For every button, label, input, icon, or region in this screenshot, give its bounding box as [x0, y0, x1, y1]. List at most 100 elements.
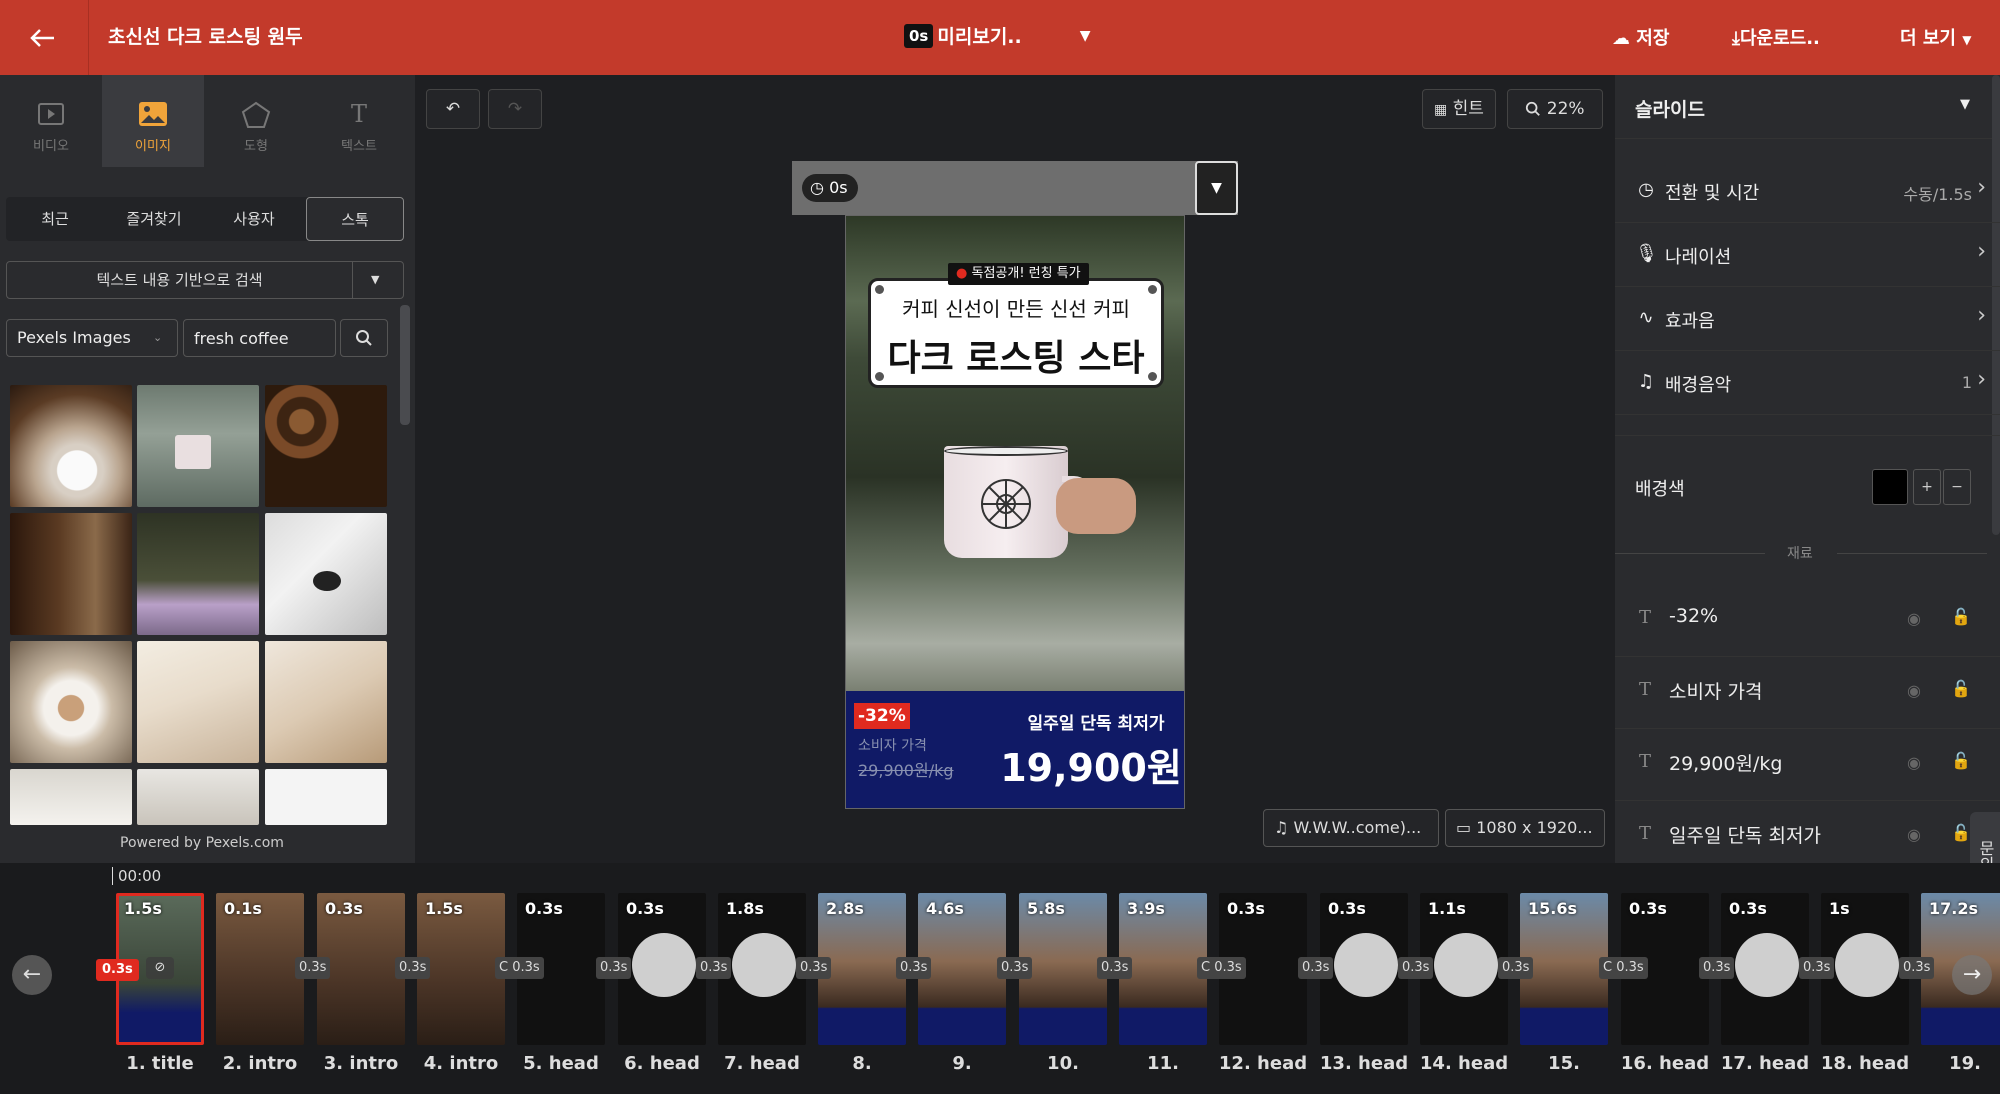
download-button[interactable]: ⤓다운로드..: [1732, 24, 1820, 50]
row-transition-time[interactable]: ◷ 전환 및 시간 수동/1.5s ›: [1615, 159, 2000, 223]
transition-badge[interactable]: 0.3s: [1097, 957, 1133, 979]
transition-badge[interactable]: 0.3s: [1398, 957, 1434, 979]
lock-icon[interactable]: 🔓: [1951, 823, 1971, 842]
transition-badge[interactable]: C 0.3s: [1197, 957, 1246, 979]
transition-badge[interactable]: 0.3s: [1699, 957, 1735, 979]
plus-icon[interactable]: +: [1913, 469, 1941, 505]
layer-item[interactable]: T -32% ◉ 🔓: [1615, 585, 2000, 657]
image-source-select[interactable]: Pexels Images ⌄: [6, 319, 178, 357]
search-button[interactable]: [340, 319, 388, 357]
transition-badge[interactable]: 0.3s: [997, 957, 1033, 979]
stock-image-coffee-pour[interactable]: [10, 385, 132, 507]
clip-name[interactable]: 18. head: [1811, 1053, 1919, 1074]
timeline-clip[interactable]: 1.8s 7. head: [718, 893, 806, 1074]
transition-badge[interactable]: 0.3s: [696, 957, 732, 979]
timeline-clip[interactable]: 1.5s 4. intro: [417, 893, 505, 1074]
pexels-credit[interactable]: Powered by Pexels.com: [120, 835, 284, 851]
lock-icon[interactable]: 🔓: [1951, 751, 1971, 770]
audio-track-button[interactable]: ♫ W.W.W..come)...: [1263, 809, 1439, 847]
stock-image-coffee-beans[interactable]: [265, 385, 387, 507]
clip-name[interactable]: 5. head: [507, 1053, 615, 1074]
timeline-clip[interactable]: 0.3s 13. head: [1320, 893, 1408, 1074]
clip-name[interactable]: 14. head: [1410, 1053, 1518, 1074]
stock-image-latte-table[interactable]: [10, 641, 132, 763]
row-narration[interactable]: 🎙 나레이션 ›: [1615, 223, 2000, 287]
timeline-clip[interactable]: 1s 18. head: [1821, 893, 1909, 1074]
transition-badge[interactable]: 0.3s: [1799, 957, 1835, 979]
stock-image-book-coffee[interactable]: [265, 513, 387, 635]
redo-button[interactable]: ↷: [488, 89, 542, 129]
stock-image-mug-hand[interactable]: [137, 385, 259, 507]
eye-icon[interactable]: ◉: [1907, 609, 1921, 628]
clip-name[interactable]: 11.: [1109, 1053, 1217, 1074]
slide-menu-button[interactable]: ▼: [1195, 161, 1238, 215]
timeline-clip[interactable]: 15.6s 15.: [1520, 893, 1608, 1074]
timeline-clip[interactable]: 3.9s 11.: [1119, 893, 1207, 1074]
timeline-clip[interactable]: 2.8s 8.: [818, 893, 906, 1074]
layer-item[interactable]: T 소비자 가격 ◉ 🔓: [1615, 657, 2000, 729]
subtitle-text[interactable]: 커피 신선이 만든 신선 커피: [871, 293, 1161, 322]
clip-name[interactable]: 9.: [908, 1053, 1016, 1074]
stock-image-coffee-book[interactable]: [265, 641, 387, 763]
price-box[interactable]: -32% 소비자 가격 29,900원/kg 일주일 단독 최저가 19,900…: [846, 691, 1184, 808]
clip-name[interactable]: 1. title: [106, 1053, 214, 1074]
clip-name[interactable]: 3. intro: [307, 1053, 415, 1074]
eye-icon[interactable]: ◉: [1907, 681, 1921, 700]
stock-image-woman-flowers[interactable]: [137, 513, 259, 635]
clip-name[interactable]: 12. head: [1209, 1053, 1317, 1074]
tab-image[interactable]: 이미지: [102, 75, 204, 167]
deal-label[interactable]: 일주일 단독 최저가: [1016, 709, 1176, 734]
hint-button[interactable]: ▦ 힌트: [1422, 89, 1496, 129]
clip-name[interactable]: 15.: [1510, 1053, 1618, 1074]
back-arrow-icon[interactable]: [24, 18, 64, 58]
timeline-clip[interactable]: 0.3s 6. head: [618, 893, 706, 1074]
subtab-user[interactable]: 사용자: [204, 197, 304, 241]
zoom-button[interactable]: 22%: [1507, 89, 1603, 129]
caret-down-icon[interactable]: ▼: [1080, 28, 1091, 44]
timeline-clip[interactable]: 0.3s 3. intro: [317, 893, 405, 1074]
transition-badge[interactable]: 0.3s: [596, 957, 632, 979]
tab-text[interactable]: T 텍스트: [308, 75, 410, 167]
selected-transition-badge[interactable]: 0.3s: [96, 959, 139, 981]
eye-icon[interactable]: ◉: [1907, 825, 1921, 844]
clip-name[interactable]: 8.: [808, 1053, 916, 1074]
clip-name[interactable]: 7. head: [708, 1053, 816, 1074]
layer-item[interactable]: T 일주일 단독 최저가 ◉ 🔓: [1615, 801, 2000, 863]
panel-header[interactable]: 슬라이드 ▼: [1615, 75, 2000, 139]
subtab-favorites[interactable]: 즐겨찾기: [104, 197, 204, 241]
row-sound-effect[interactable]: ∿ 효과음 ›: [1615, 287, 2000, 351]
clip-name[interactable]: 16. head: [1611, 1053, 1719, 1074]
search-input[interactable]: [183, 319, 336, 357]
stock-image-white-flowers[interactable]: [10, 769, 132, 825]
clip-name[interactable]: 17. head: [1711, 1053, 1819, 1074]
hidden-eye-icon[interactable]: ⊘: [146, 957, 174, 979]
transition-badge[interactable]: 0.3s: [796, 957, 832, 979]
stock-image-coffee-cup-dark[interactable]: [10, 513, 132, 635]
results-scrollbar[interactable]: [400, 305, 410, 425]
transition-badge[interactable]: 0.3s: [395, 957, 431, 979]
preview-button[interactable]: 0s 미리보기.. ▼: [904, 22, 1091, 52]
search-mode-select[interactable]: 텍스트 내용 기반으로 검색 ▼: [6, 261, 404, 299]
lock-icon[interactable]: 🔓: [1951, 679, 1971, 698]
save-button[interactable]: ☁ 저장: [1612, 24, 1669, 50]
subtab-recent[interactable]: 최근: [6, 197, 104, 241]
eye-icon[interactable]: ◉: [1907, 753, 1921, 772]
timeline-clip[interactable]: 0.1s 2. intro: [216, 893, 304, 1074]
lock-icon[interactable]: 🔓: [1951, 607, 1971, 626]
clip-name[interactable]: 6. head: [608, 1053, 716, 1074]
timeline-clip[interactable]: 0.3s 17. head: [1721, 893, 1809, 1074]
subtab-stock[interactable]: 스톡: [306, 197, 404, 241]
consumer-price-label[interactable]: 소비자 가격: [858, 735, 927, 755]
clip-name[interactable]: 19.: [1911, 1053, 2000, 1074]
minus-icon[interactable]: −: [1943, 469, 1971, 505]
slide-time-badge[interactable]: ◷ 0s: [802, 174, 858, 202]
more-button[interactable]: 더 보기 ▼: [1900, 24, 1971, 50]
project-title[interactable]: 초신선 다크 로스팅 원두: [108, 22, 303, 49]
title-box[interactable]: 커피 신선이 만든 신선 커피 다크 로스팅 스타: [868, 278, 1164, 388]
stock-image-cup-white[interactable]: [137, 769, 259, 825]
transition-badge[interactable]: 0.3s: [1899, 957, 1935, 979]
row-background-music[interactable]: ♫ 배경음악 1 ›: [1615, 351, 2000, 415]
clip-name[interactable]: 10.: [1009, 1053, 1117, 1074]
resolution-button[interactable]: ▭ 1080 x 1920...: [1445, 809, 1605, 847]
consumer-price[interactable]: 29,900원/kg: [858, 757, 954, 781]
